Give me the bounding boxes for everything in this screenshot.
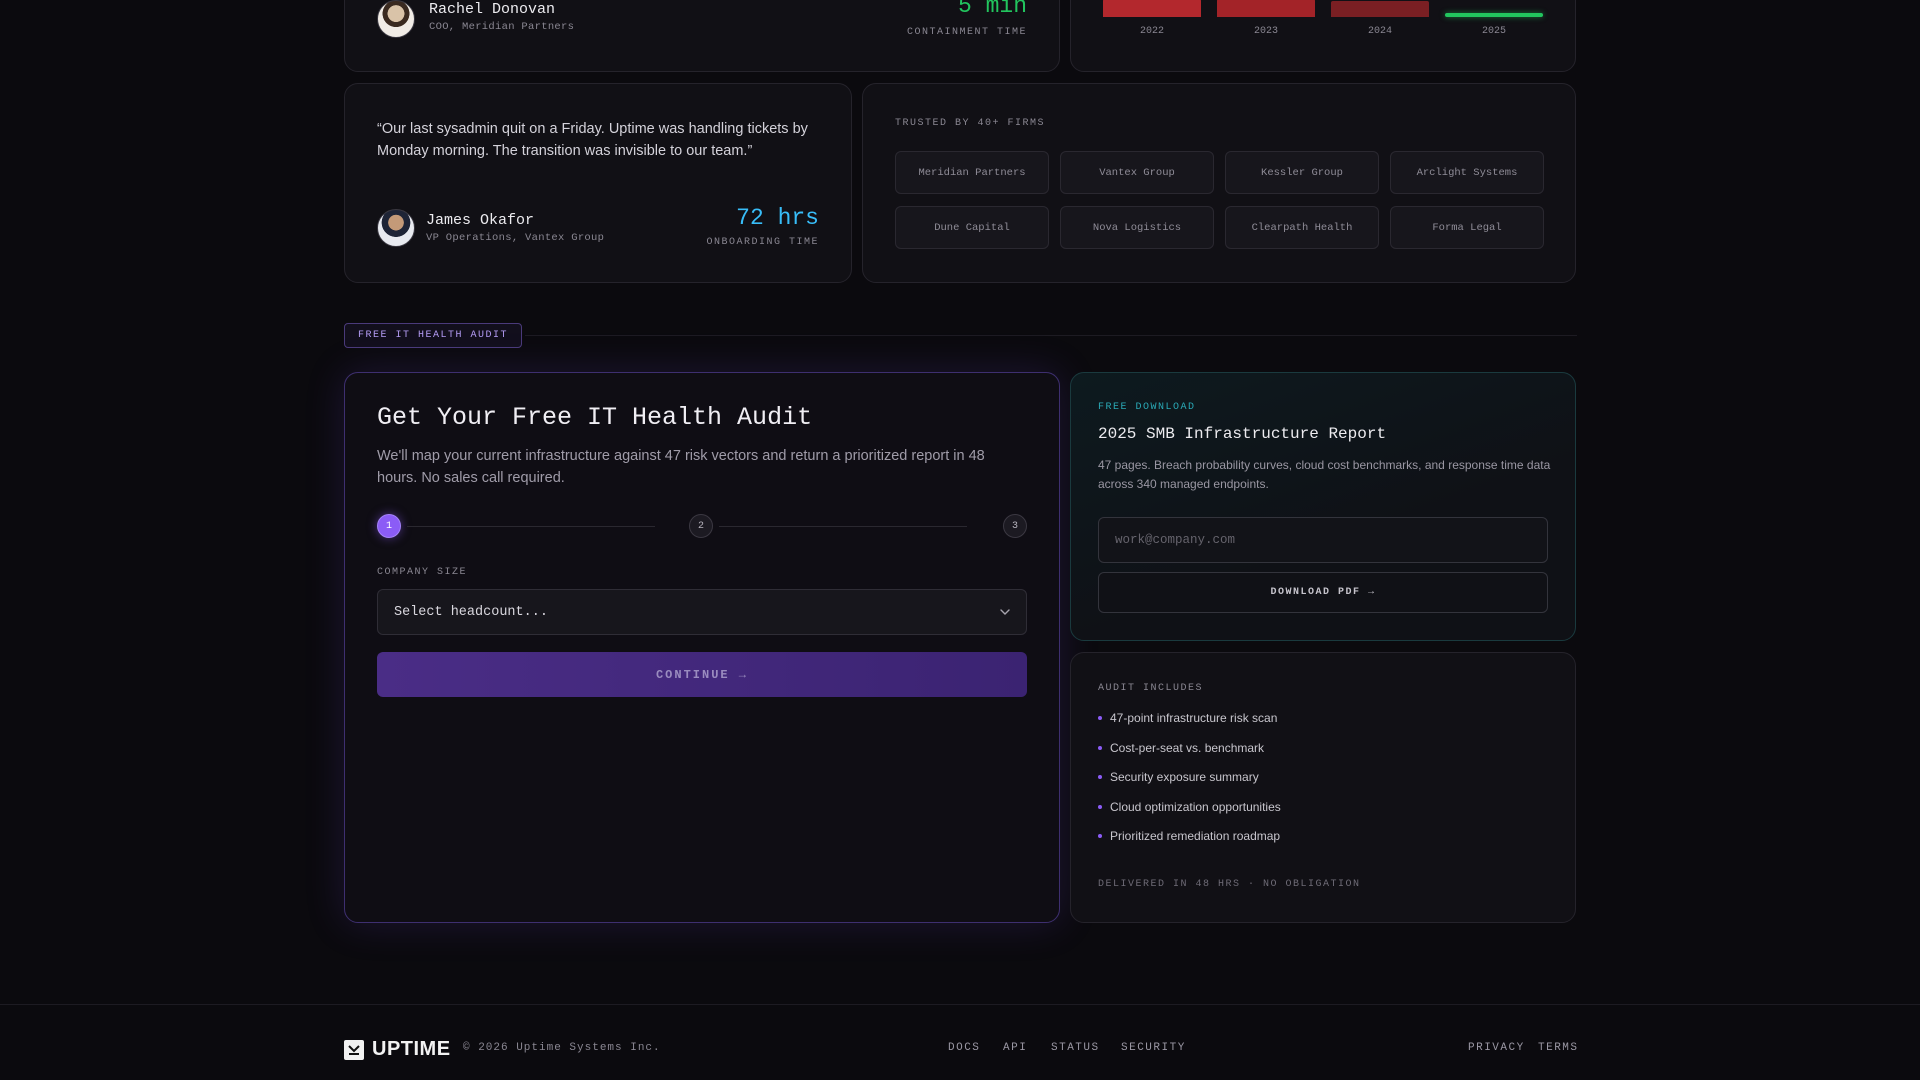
- audit-form-card: Get Your Free IT Health Audit We'll map …: [344, 372, 1060, 923]
- step-connector: [719, 526, 967, 527]
- list-item: Security exposure summary: [1098, 770, 1259, 784]
- metric-value: 72 hrs: [736, 205, 819, 231]
- bullet-icon: [1098, 716, 1102, 720]
- uptime-logo-icon[interactable]: [344, 1040, 364, 1060]
- includes-footnote: DELIVERED IN 48 HRS · NO OBLIGATION: [1098, 879, 1361, 890]
- person-name: James Okafor: [426, 212, 535, 229]
- x-tick-label: 2023: [1253, 26, 1278, 37]
- list-item-label: Cloud optimization opportunities: [1110, 800, 1281, 814]
- brand-name[interactable]: UPTIME: [372, 1038, 451, 1061]
- footer-link-status[interactable]: STATUS: [1051, 1042, 1100, 1054]
- metric-label: CONTAINMENT TIME: [906, 27, 1027, 38]
- firm-logo: Nova Logistics: [1060, 206, 1214, 249]
- step-indicator-1: 1: [377, 514, 401, 538]
- section-divider: [525, 335, 1577, 336]
- firm-logo: Forma Legal: [1390, 206, 1544, 249]
- testimonial-quote: “Our last sysadmin quit on a Friday. Upt…: [377, 121, 808, 159]
- chart-card: 2022 2023 2024 2025: [1070, 0, 1576, 72]
- list-item: Cost-per-seat vs. benchmark: [1098, 741, 1264, 755]
- list-item-label: 47-point infrastructure risk scan: [1110, 711, 1278, 725]
- step-indicator-3: 3: [1003, 514, 1027, 538]
- email-field[interactable]: work@company.com: [1098, 517, 1548, 563]
- firm-logo: Vantex Group: [1060, 151, 1214, 194]
- continue-button[interactable]: CONTINUE →: [377, 652, 1027, 697]
- person-role: VP Operations, Vantex Group: [426, 232, 605, 244]
- firm-logo: Meridian Partners: [895, 151, 1049, 194]
- audit-description: We'll map your current infrastructure ag…: [377, 448, 985, 486]
- footer-link-api[interactable]: API: [1003, 1042, 1027, 1054]
- download-report-card: FREE DOWNLOAD 2025 SMB Infrastructure Re…: [1070, 372, 1576, 641]
- report-title: 2025 SMB Infrastructure Report: [1098, 425, 1387, 443]
- footer-link-privacy[interactable]: PRIVACY: [1468, 1042, 1525, 1054]
- step-connector: [407, 526, 655, 527]
- list-item: 47-point infrastructure risk scan: [1098, 711, 1277, 725]
- audit-includes-card: AUDIT INCLUDES 47-point infrastructure r…: [1070, 652, 1576, 923]
- trusted-firms-card: TRUSTED BY 40+ FIRMS Meridian Partners V…: [862, 83, 1576, 283]
- footer-link-security[interactable]: SECURITY: [1121, 1042, 1186, 1054]
- testimonial-card-james: “Our last sysadmin quit on a Friday. Upt…: [344, 83, 852, 283]
- footer-link-docs[interactable]: DOCS: [948, 1042, 980, 1054]
- list-item: Cloud optimization opportunities: [1098, 800, 1281, 814]
- list-item-label: Prioritized remediation roadmap: [1110, 829, 1281, 843]
- firms-title: TRUSTED BY 40+ FIRMS: [895, 118, 1046, 129]
- firm-logo: Kessler Group: [1225, 151, 1379, 194]
- bullet-icon: [1098, 746, 1102, 750]
- firm-logo: Dune Capital: [895, 206, 1049, 249]
- avatar: [377, 0, 415, 38]
- testimonial-card-rachel: Rachel Donovan COO, Meridian Partners 5 …: [344, 0, 1060, 72]
- list-item: Prioritized remediation roadmap: [1098, 829, 1280, 843]
- firm-logo: Arclight Systems: [1390, 151, 1544, 194]
- chevron-down-icon: [1000, 609, 1010, 615]
- bullet-icon: [1098, 775, 1102, 779]
- metric-label: ONBOARDING TIME: [706, 237, 819, 248]
- chart-bar-2025: [1445, 13, 1543, 17]
- footer-divider: [0, 1004, 1920, 1005]
- company-size-label: COMPANY SIZE: [377, 567, 468, 578]
- download-tag: FREE DOWNLOAD: [1098, 402, 1196, 413]
- step-indicator-2: 2: [689, 514, 713, 538]
- x-tick-label: 2024: [1367, 26, 1392, 37]
- chart-bar-2024: [1331, 1, 1429, 17]
- list-item-label: Cost-per-seat vs. benchmark: [1110, 741, 1265, 755]
- download-pdf-button[interactable]: DOWNLOAD PDF →: [1098, 572, 1548, 613]
- section-badge: FREE IT HEALTH AUDIT: [344, 323, 523, 348]
- person-name: Rachel Donovan: [429, 1, 556, 18]
- company-size-select[interactable]: Select headcount...: [377, 589, 1027, 635]
- chart-bar-2023: [1217, 0, 1315, 17]
- bullet-icon: [1098, 805, 1102, 809]
- x-tick-label: 2022: [1139, 26, 1164, 37]
- firm-logo: Clearpath Health: [1225, 206, 1379, 249]
- report-description: 47 pages. Breach probability curves, clo…: [1098, 458, 1551, 491]
- audit-title: Get Your Free IT Health Audit: [377, 403, 813, 432]
- includes-title: AUDIT INCLUDES: [1098, 683, 1204, 694]
- person-role: COO, Meridian Partners: [429, 21, 575, 33]
- list-item-label: Security exposure summary: [1110, 770, 1259, 784]
- footer-link-terms[interactable]: TERMS: [1538, 1042, 1579, 1054]
- metric-value: 5 min: [957, 0, 1027, 19]
- chart-bar-2022: [1103, 0, 1201, 17]
- avatar: [377, 209, 415, 247]
- x-tick-label: 2025: [1481, 26, 1506, 37]
- select-value: Select headcount...: [394, 604, 548, 620]
- bullet-icon: [1098, 834, 1102, 838]
- copyright: © 2026 Uptime Systems Inc.: [463, 1042, 661, 1054]
